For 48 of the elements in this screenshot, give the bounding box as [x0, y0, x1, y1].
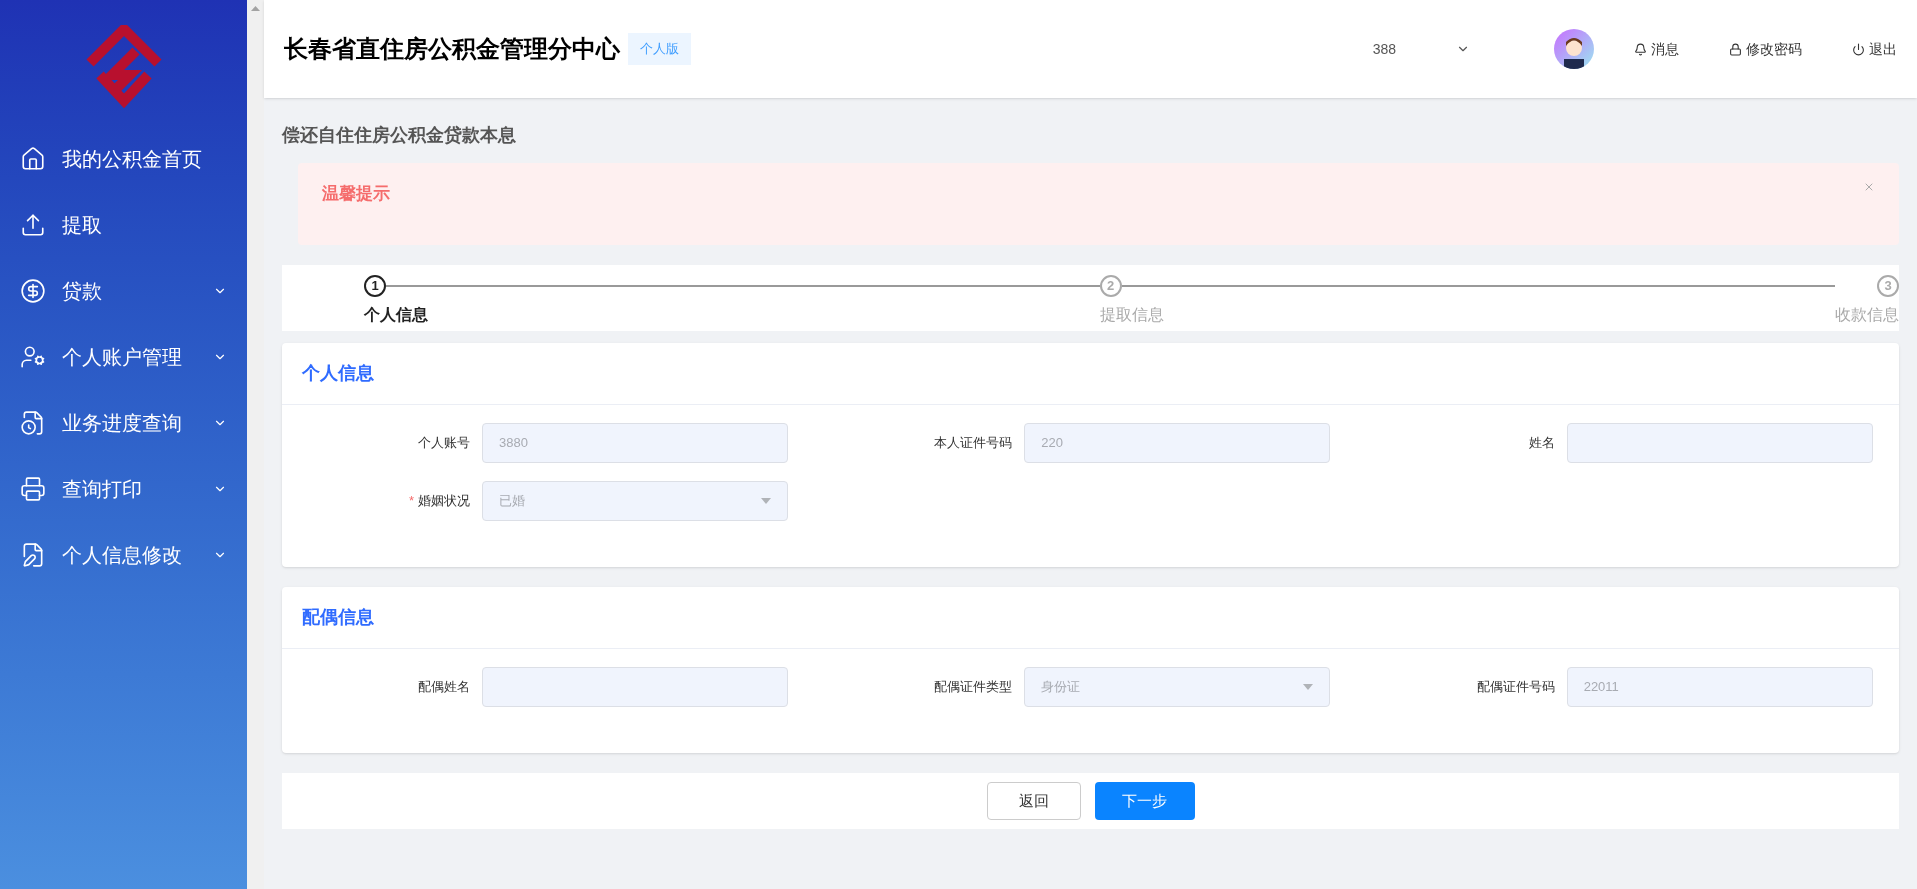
back-button[interactable]: 返回 [986, 782, 1081, 820]
header-action[interactable]: 退出 [1852, 38, 1897, 60]
sidebar-item[interactable]: 个人账户管理 [0, 324, 247, 390]
sidebar-item[interactable]: 提取 [0, 192, 247, 258]
site-title: 长春省直住房公积金管理分中心 [284, 34, 620, 64]
field-label: 个人账号 [417, 434, 471, 453]
field-label: 配偶证件号码 [1475, 678, 1556, 697]
power-icon [1852, 42, 1865, 56]
section-title: 个人信息 [282, 343, 1899, 405]
input-field[interactable] [482, 667, 788, 707]
scroll-up-arrow-icon[interactable] [251, 6, 260, 11]
next-button[interactable]: 下一步 [1094, 782, 1195, 820]
header-action[interactable]: 消息 [1634, 38, 1679, 60]
step-label: 收款信息 [1835, 305, 1899, 325]
bell-icon [1634, 42, 1647, 56]
sidebar-item[interactable]: 个人信息修改 [0, 522, 247, 588]
step-label: 个人信息 [364, 305, 429, 325]
coin-icon [20, 278, 46, 304]
user-gear-icon [20, 344, 46, 370]
dropdown-arrow-icon [1303, 684, 1314, 690]
field-label: 姓名 [1527, 434, 1556, 453]
field-label: 配偶姓名 [417, 678, 471, 697]
sidebar-item[interactable]: 查询打印 [0, 456, 247, 522]
alert-title: 温馨提示 [322, 183, 390, 205]
upload-icon [20, 212, 46, 238]
page-title: 偿还自住住房公积金贷款本息 [282, 124, 517, 147]
step-label: 提取信息 [1099, 305, 1165, 325]
sidebar-item[interactable]: 贷款 [0, 258, 247, 324]
step-number: 3 [1877, 275, 1899, 297]
input-field[interactable] [1566, 423, 1873, 463]
field-label: * 婚姻状况 [407, 492, 471, 511]
header-action[interactable]: 修改密码 [1729, 38, 1802, 60]
lock-icon [1729, 42, 1742, 56]
printer-icon [20, 476, 46, 502]
step-number: 2 [1099, 275, 1122, 297]
close-icon[interactable] [1863, 181, 1875, 193]
version-tag: 个人版 [628, 33, 691, 65]
dropdown-arrow-icon [761, 498, 771, 504]
section-title: 配偶信息 [282, 587, 1899, 649]
sidebar-item[interactable]: 业务进度查询 [0, 390, 247, 456]
field-label: 配偶证件类型 [933, 678, 1014, 697]
field-label: 本人证件号码 [933, 434, 1014, 453]
scrollbar[interactable] [247, 0, 264, 889]
avatar-icon[interactable] [1554, 29, 1594, 69]
house-icon [20, 146, 46, 172]
account-dropdown[interactable]: 388 [1372, 38, 1470, 60]
step-number: 1 [364, 275, 386, 297]
sidebar-item[interactable]: 我的公积金首页 [0, 126, 247, 192]
